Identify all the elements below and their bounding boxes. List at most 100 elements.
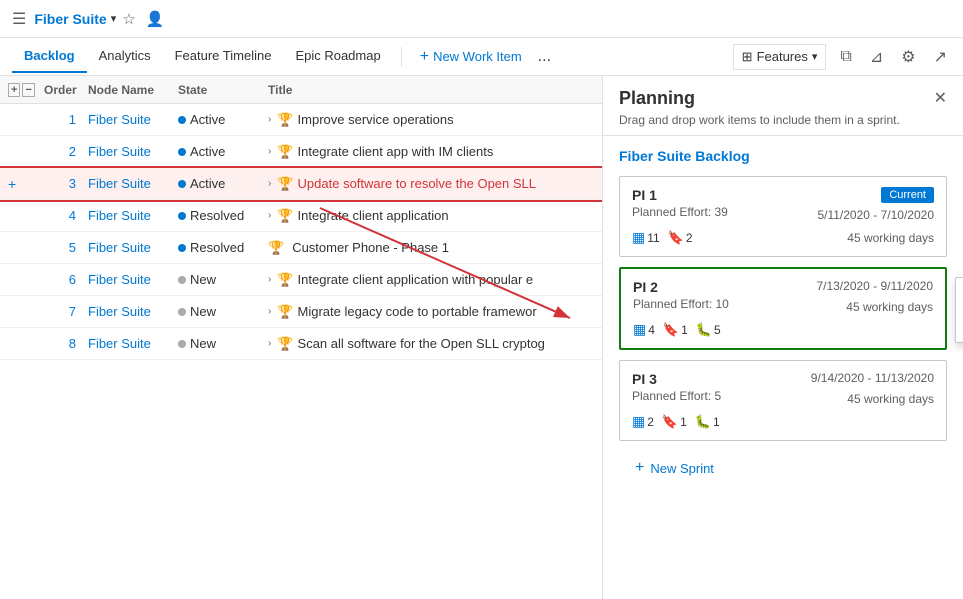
col-node-header: Node Name bbox=[88, 83, 178, 97]
bugs-icon: 🐛 bbox=[695, 414, 711, 430]
row-expand-icon[interactable]: › bbox=[268, 338, 271, 349]
tab-feature-timeline[interactable]: Feature Timeline bbox=[163, 40, 284, 73]
state-label: Active bbox=[190, 112, 225, 127]
sliders-icon[interactable]: ⧉ bbox=[836, 46, 855, 68]
tab-analytics[interactable]: Analytics bbox=[87, 40, 163, 73]
sprint-icons: ▦ 4 🔖 1 🐛 5 bbox=[633, 321, 721, 338]
new-sprint-button[interactable]: + New Sprint bbox=[619, 451, 947, 485]
sprint-dates: 5/11/2020 - 7/10/2020 bbox=[817, 208, 934, 222]
trophy-icon: 🏆 bbox=[277, 176, 293, 192]
row-node: Fiber Suite bbox=[88, 272, 178, 287]
tasks-count: 11 bbox=[647, 231, 659, 245]
state-label: Active bbox=[190, 176, 225, 191]
trophy-icon: 🏆 bbox=[277, 112, 293, 128]
tasks-icon: ▦ bbox=[632, 413, 645, 430]
row-node: Fiber Suite bbox=[88, 336, 178, 351]
icon-count-stories: 🔖 1 bbox=[663, 322, 688, 338]
stories-icon: 🔖 bbox=[668, 230, 684, 246]
features-button[interactable]: ⊞ Features ▾ bbox=[733, 44, 827, 70]
col-state-header: State bbox=[178, 83, 268, 97]
collapse-all-icon[interactable]: − bbox=[22, 83, 34, 97]
table-row[interactable]: 6 Fiber Suite New › 🏆 Integrate client a… bbox=[0, 264, 602, 296]
row-expand-icon[interactable]: › bbox=[268, 210, 271, 221]
row-title: › 🏆 Scan all software for the Open SLL c… bbox=[268, 336, 594, 352]
sprint-effort: Planned Effort: 5 bbox=[632, 389, 721, 403]
sprint-dates: 7/13/2020 - 9/11/2020 bbox=[816, 279, 933, 293]
more-button[interactable]: ... bbox=[532, 44, 557, 70]
sprint-name: PI 3 bbox=[632, 371, 657, 387]
new-work-item-button[interactable]: + New Work Item bbox=[410, 44, 532, 70]
sprint-badge: Current bbox=[881, 187, 934, 203]
chevron-down-icon[interactable]: ▾ bbox=[111, 12, 117, 25]
stories-icon: 🔖 bbox=[662, 414, 678, 430]
table-row[interactable]: 1 Fiber Suite Active › 🏆 Improve service… bbox=[0, 104, 602, 136]
icon-count-bugs: 🐛 5 bbox=[696, 322, 721, 338]
row-order: 8 bbox=[44, 336, 88, 351]
person-icon[interactable]: 👤 bbox=[146, 10, 165, 28]
stories-icon: 🔖 bbox=[663, 322, 679, 338]
table-row[interactable]: 2 Fiber Suite Active › 🏆 Integrate clien… bbox=[0, 136, 602, 168]
row-add-control[interactable]: + bbox=[8, 176, 44, 192]
favorite-icon[interactable]: ☆ bbox=[122, 10, 135, 28]
sprint-card-pi3[interactable]: PI 3 9/14/2020 - 11/13/2020 Planned Effo… bbox=[619, 360, 947, 441]
add-row-icon[interactable]: + bbox=[8, 176, 16, 192]
state-label: New bbox=[190, 272, 216, 287]
stories-count: 2 bbox=[686, 231, 693, 245]
table-row[interactable]: 5 Fiber Suite Resolved 🏆 Customer Phone … bbox=[0, 232, 602, 264]
table-row-highlighted[interactable]: + 3 Fiber Suite Active › 🏆 Update softwa… bbox=[0, 168, 602, 200]
row-expand-icon[interactable]: › bbox=[268, 114, 271, 125]
trophy-icon: 🏆 bbox=[277, 144, 293, 160]
row-order: 6 bbox=[44, 272, 88, 287]
row-title-text: Scan all software for the Open SLL crypt… bbox=[298, 336, 545, 351]
icon-count-tasks: ▦ 11 bbox=[632, 229, 660, 246]
sprint-card-pi1[interactable]: PI 1 Current Planned Effort: 39 5/11/202… bbox=[619, 176, 947, 257]
table-row[interactable]: 7 Fiber Suite New › 🏆 Migrate legacy cod… bbox=[0, 296, 602, 328]
row-order: 2 bbox=[44, 144, 88, 159]
row-expand-icon[interactable]: › bbox=[268, 306, 271, 317]
row-expand-icon[interactable]: › bbox=[268, 146, 271, 157]
nav-right: ⊞ Features ▾ ⧉ ⊿ ⚙ ↗ bbox=[733, 44, 951, 70]
settings-icon[interactable]: ⚙ bbox=[897, 45, 919, 69]
sprint-effort: Planned Effort: 10 bbox=[633, 297, 729, 311]
icon-count-stories: 🔖 1 bbox=[662, 414, 687, 430]
state-label: New bbox=[190, 304, 216, 319]
state-dot bbox=[178, 212, 186, 220]
row-title-text: Customer Phone - Phase 1 bbox=[292, 240, 449, 255]
working-days: 45 working days bbox=[846, 300, 933, 314]
sprint-card-pi2[interactable]: PI 2 7/13/2020 - 9/11/2020 Planned Effor… bbox=[619, 267, 947, 350]
state-label: Resolved bbox=[190, 208, 244, 223]
row-expand-icon[interactable]: › bbox=[268, 274, 271, 285]
row-order: 1 bbox=[44, 112, 88, 127]
trophy-icon: 🏆 bbox=[277, 304, 293, 320]
tab-backlog[interactable]: Backlog bbox=[12, 40, 87, 73]
expand-all-icon[interactable]: + bbox=[8, 83, 20, 97]
row-state: Active bbox=[178, 144, 268, 159]
state-dot bbox=[178, 276, 186, 284]
row-node: Fiber Suite bbox=[88, 208, 178, 223]
tab-epic-roadmap[interactable]: Epic Roadmap bbox=[283, 40, 392, 73]
expand-icon[interactable]: ↗ bbox=[930, 45, 951, 69]
filter-icon[interactable]: ⊿ bbox=[866, 45, 887, 69]
trophy-icon: 🏆 bbox=[268, 240, 284, 256]
main-layout: + − Order Node Name State Title 1 Fiber … bbox=[0, 76, 963, 599]
sprint-name: PI 1 bbox=[632, 187, 657, 203]
stories-count: 1 bbox=[680, 415, 687, 429]
new-work-label: New Work Item bbox=[433, 49, 522, 64]
row-order: 3 bbox=[44, 176, 88, 191]
table-row[interactable]: 8 Fiber Suite New › 🏆 Scan all software … bbox=[0, 328, 602, 360]
row-order: 5 bbox=[44, 240, 88, 255]
row-title: › 🏆 Integrate client app with IM clients bbox=[268, 144, 594, 160]
row-state: Active bbox=[178, 112, 268, 127]
table-area: + − Order Node Name State Title 1 Fiber … bbox=[0, 76, 603, 599]
close-icon[interactable]: ✕ bbox=[934, 88, 947, 108]
state-dot bbox=[178, 180, 186, 188]
col-controls: + − bbox=[8, 83, 44, 97]
row-title: › 🏆 Integrate client application with po… bbox=[268, 272, 594, 288]
sprint-dates: 9/14/2020 - 11/13/2020 bbox=[811, 371, 934, 385]
table-row[interactable]: 4 Fiber Suite Resolved › 🏆 Integrate cli… bbox=[0, 200, 602, 232]
row-expand-icon[interactable]: › bbox=[268, 178, 271, 189]
top-bar: ☰ Fiber Suite ▾ ☆ 👤 bbox=[0, 0, 963, 38]
hamburger-icon[interactable]: ☰ bbox=[12, 9, 26, 29]
sprint-effort: Planned Effort: 39 bbox=[632, 205, 728, 219]
row-title-text: Integrate client app with IM clients bbox=[298, 144, 494, 159]
